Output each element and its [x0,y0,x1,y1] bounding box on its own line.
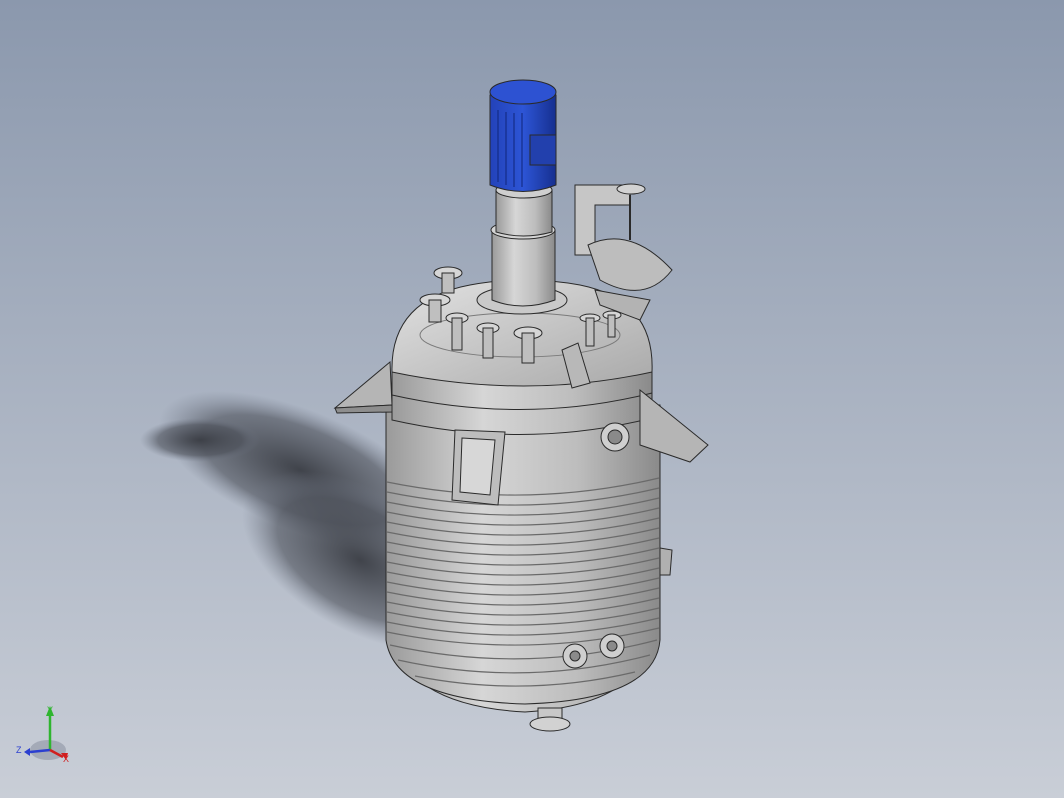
coil-inlet-nozzle[interactable] [562,643,588,669]
coil-outlet-nozzle[interactable] [599,633,625,659]
support-lug-front-face [459,437,496,496]
terminal-box [529,134,557,166]
graphics-viewport[interactable]: Y Z X [0,0,1064,798]
triad-z-label: Z [16,745,22,755]
drive-lantern [491,229,556,307]
triad-y-label: Y [47,705,53,715]
side-nozzle-right[interactable] [659,547,673,576]
triad-x-label: X [63,754,69,764]
handwheel [616,183,646,195]
electric-motor[interactable] [489,79,557,192]
side-nozzle-upper[interactable] [600,422,630,452]
